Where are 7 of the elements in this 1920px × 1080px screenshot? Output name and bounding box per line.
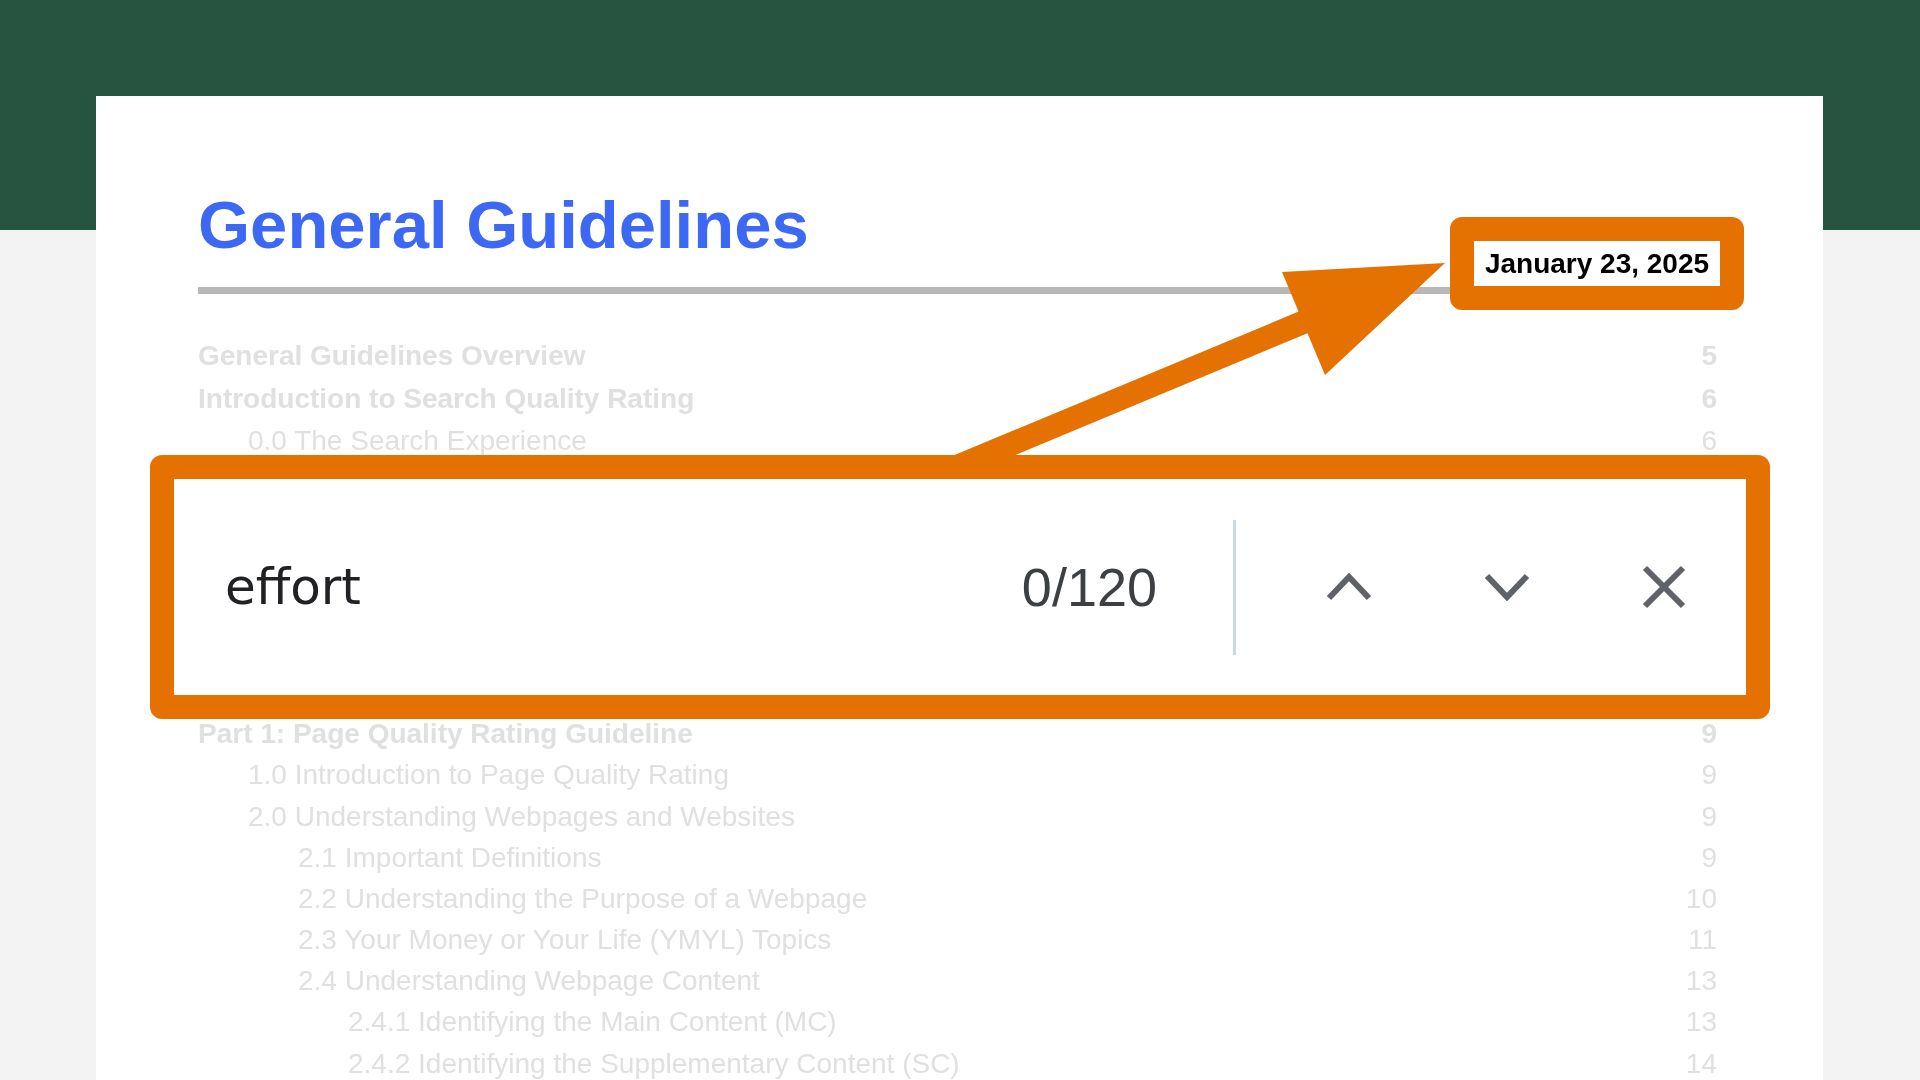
find-field[interactable]: effort [225,552,1022,623]
chevron-down-icon [1484,573,1530,602]
chevron-up-icon [1326,573,1372,602]
match-count: 0/120 [1021,556,1157,620]
document-title: General Guidelines [198,187,809,263]
close-icon [1642,565,1686,610]
document-date: January 23, 2025 [1484,246,1710,281]
